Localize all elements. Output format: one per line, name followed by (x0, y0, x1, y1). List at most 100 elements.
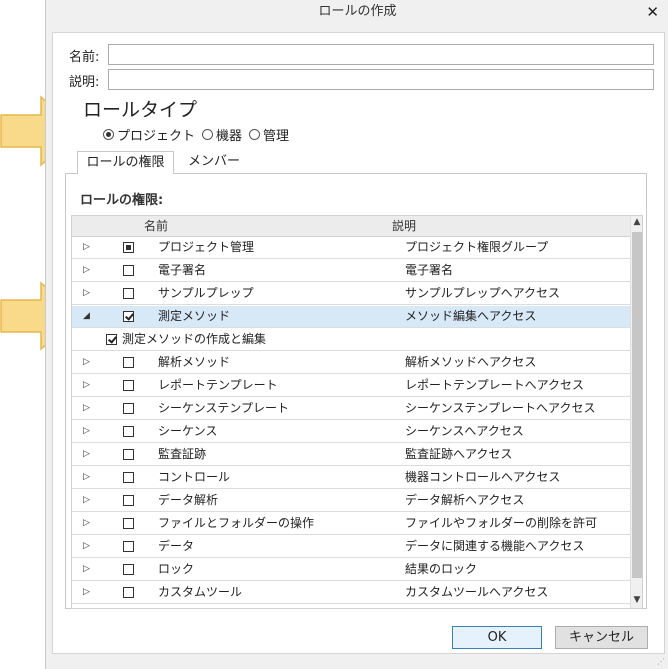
radio-instrument-label: 機器 (216, 128, 243, 144)
radio-admin-indicator[interactable] (249, 128, 261, 140)
scrollbar-thumb[interactable] (632, 232, 642, 578)
collapse-icon[interactable]: ◢ (83, 311, 90, 321)
permission-description: 監査証跡へアクセス (405, 447, 513, 461)
permission-row[interactable]: ▷ データ データに関連する機能へアクセス (72, 536, 630, 558)
ok-button[interactable]: OK (452, 626, 542, 649)
permissions-heading: ロールの権限: (80, 193, 164, 208)
expand-icon[interactable]: ▷ (83, 449, 90, 459)
permission-row[interactable]: ▷ シーケンステンプレート シーケンステンプレートへアクセス (72, 398, 630, 420)
expand-icon[interactable]: ▷ (83, 518, 90, 528)
column-header-name[interactable]: 名前 (144, 216, 168, 236)
permission-description: サンプルプレップへアクセス (405, 286, 561, 300)
permission-checkbox[interactable] (123, 380, 134, 391)
title-bar[interactable]: ロールの作成 ✕ (46, 0, 668, 24)
permission-checkbox[interactable] (123, 564, 134, 575)
permission-checkbox[interactable] (123, 587, 134, 598)
permission-row[interactable]: ▷ サンプルプレップ サンプルプレップへアクセス (72, 283, 630, 305)
permission-name: データ解析 (158, 493, 219, 507)
permission-name: プロジェクト管理 (158, 240, 255, 254)
dialog-content: 名前: 説明: ロールタイプ プロジェクト 機器 管理 ロールの権限 メンバー … (52, 32, 665, 654)
radio-instrument-indicator[interactable] (202, 128, 214, 140)
resize-grip-icon[interactable]: ⋰ (657, 657, 665, 666)
permission-row[interactable]: ▷ コントロール 機器コントロールへアクセス (72, 467, 630, 489)
cancel-button[interactable]: キャンセル (555, 626, 648, 649)
permission-name: シーケンス (158, 424, 218, 438)
expand-icon[interactable]: ▷ (83, 265, 90, 275)
tab-members[interactable]: メンバー (174, 151, 254, 173)
column-header-description[interactable]: 説明 (392, 216, 416, 236)
permission-row[interactable]: ▷ シーケンス シーケンスへアクセス (72, 421, 630, 443)
expand-icon[interactable]: ▷ (83, 564, 90, 574)
permission-name: レポートテンプレート (158, 378, 278, 392)
permission-row[interactable]: ▷ プロジェクト管理 プロジェクト権限グループ (72, 237, 630, 259)
permission-row[interactable]: ▷ ロック 結果のロック (72, 559, 630, 581)
permission-row[interactable]: ▷ データ解析 データ解析へアクセス (72, 490, 630, 512)
expand-icon[interactable]: ▷ (83, 403, 90, 413)
tab-role-permissions[interactable]: ロールの権限 (77, 151, 174, 174)
expand-icon[interactable]: ▷ (83, 426, 90, 436)
permission-name: 監査証跡 (158, 447, 207, 461)
permission-checkbox[interactable] (123, 472, 134, 483)
permission-description: 結果のロック (405, 562, 478, 576)
radio-project-indicator[interactable] (103, 128, 114, 140)
permission-row[interactable]: ▷ 監査証跡 監査証跡へアクセス (72, 444, 630, 466)
create-role-dialog: ロールの作成 ✕ 名前: 説明: ロールタイプ プロジェクト 機器 管理 ロール… (45, 0, 668, 669)
vertical-scrollbar[interactable]: ▲ ▼ (630, 216, 642, 608)
permission-name: カスタムツール (158, 585, 243, 599)
permission-description: 電子署名 (405, 263, 454, 277)
scroll-down-icon[interactable]: ▼ (631, 594, 642, 606)
permission-name: シーケンステンプレート (158, 401, 290, 415)
radio-admin-label: 管理 (263, 128, 290, 144)
permission-description: 解析メソッドへアクセス (405, 355, 537, 369)
subitem-checkbox[interactable] (106, 334, 117, 345)
name-field[interactable] (108, 44, 654, 65)
permission-description: データ解析へアクセス (405, 493, 525, 507)
subitem-label: 測定メソッドの作成と編集 (122, 332, 267, 346)
permission-checkbox[interactable] (123, 426, 134, 437)
close-icon[interactable]: ✕ (646, 0, 659, 24)
permission-checkbox[interactable] (123, 541, 134, 552)
permission-description: シーケンステンプレートへアクセス (405, 401, 596, 415)
permission-checkbox[interactable] (123, 449, 134, 460)
expand-icon[interactable]: ▷ (83, 288, 90, 298)
expand-icon[interactable]: ▷ (83, 357, 90, 367)
permission-checkbox[interactable] (123, 495, 134, 506)
role-type-options: プロジェクト 機器 管理 (103, 125, 296, 144)
permission-row[interactable]: ▷ カスタムツール カスタムツールへアクセス (72, 582, 630, 604)
permission-description: データに関連する機能へアクセス (405, 539, 585, 553)
permission-checkbox[interactable] (123, 265, 134, 276)
permission-description: シーケンスへアクセス (405, 424, 524, 438)
permission-description: ファイルやフォルダーの削除を許可 (405, 516, 598, 530)
expand-icon[interactable]: ▷ (83, 242, 90, 252)
permission-row[interactable]: ▷ ファイルとフォルダーの操作 ファイルやフォルダーの削除を許可 (72, 513, 630, 535)
permission-row-selected[interactable]: ◢ 測定メソッド メソッド編集へアクセス (72, 306, 630, 328)
expand-icon[interactable]: ▷ (83, 472, 90, 482)
permission-name: 電子署名 (158, 263, 207, 277)
permission-checkbox[interactable] (123, 403, 134, 414)
permission-description: メソッド編集へアクセス (405, 309, 537, 323)
permission-checkbox[interactable] (123, 518, 134, 529)
radio-admin[interactable]: 管理 (249, 125, 289, 144)
permission-description: レポートテンプレートへアクセス (405, 378, 585, 392)
permission-row[interactable]: ▷ 解析メソッド 解析メソッドへアクセス (72, 352, 630, 374)
dialog-title: ロールの作成 (318, 4, 397, 19)
permission-name: 測定メソッド (158, 309, 231, 323)
expand-icon[interactable]: ▷ (83, 495, 90, 505)
permission-row[interactable]: ▷ 電子署名 電子署名 (72, 260, 630, 282)
permission-name: コントロール (158, 470, 231, 484)
description-label: 説明: (69, 75, 100, 90)
grid-header: 名前 説明 (72, 216, 630, 237)
radio-project[interactable]: プロジェクト (103, 125, 195, 144)
description-field[interactable] (108, 69, 654, 90)
permission-checkbox[interactable] (123, 242, 134, 253)
expand-icon[interactable]: ▷ (83, 541, 90, 551)
permission-checkbox[interactable] (123, 357, 134, 368)
expand-icon[interactable]: ▷ (83, 380, 90, 390)
permission-row[interactable]: ▷ レポートテンプレート レポートテンプレートへアクセス (72, 375, 630, 397)
expand-icon[interactable]: ▷ (83, 587, 90, 597)
permission-subitem[interactable]: 測定メソッドの作成と編集 (72, 329, 630, 351)
permission-checkbox[interactable] (123, 288, 134, 299)
scroll-up-icon[interactable]: ▲ (631, 216, 642, 228)
radio-instrument[interactable]: 機器 (202, 125, 242, 144)
permission-checkbox[interactable] (123, 311, 134, 322)
